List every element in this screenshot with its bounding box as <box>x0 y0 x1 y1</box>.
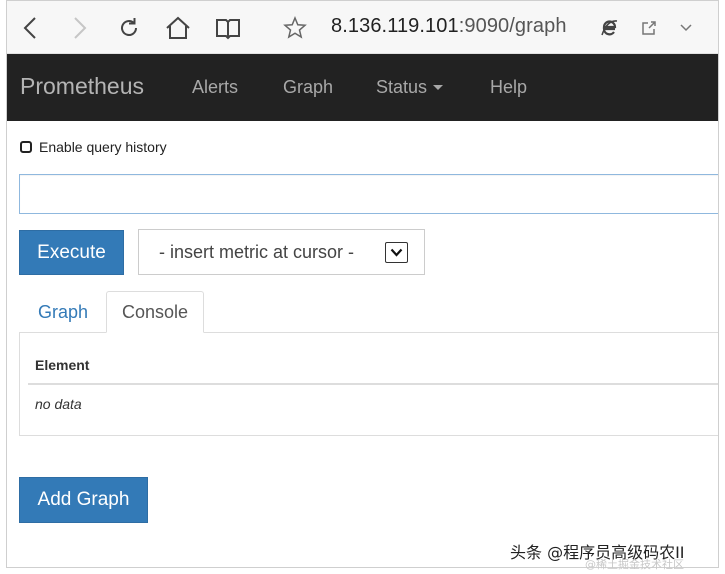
home-icon[interactable] <box>163 11 193 45</box>
brand-logo-text[interactable]: Prometheus <box>20 73 144 100</box>
reload-icon[interactable] <box>115 11 143 45</box>
url-path: :9090/graph <box>458 15 567 37</box>
query-history-label: Enable query history <box>39 139 167 155</box>
url-host: 8.136.119.101 <box>331 15 459 37</box>
back-icon[interactable] <box>17 11 43 45</box>
query-history-checkbox[interactable] <box>20 141 32 153</box>
table-header-element: Element <box>35 357 90 373</box>
forward-icon[interactable] <box>67 11 93 45</box>
insert-metric-select[interactable]: - insert metric at cursor - <box>138 229 425 275</box>
ie-icon[interactable] <box>597 11 621 45</box>
nav-item-graph[interactable]: Graph <box>283 77 333 98</box>
favorite-star-icon[interactable] <box>281 11 309 45</box>
table-header-divider <box>28 383 718 385</box>
table-empty-text: no data <box>35 396 82 412</box>
insert-metric-select-value: - insert metric at cursor - <box>159 241 355 262</box>
dropdown-arrow-icon[interactable] <box>385 242 408 263</box>
address-bar-url[interactable]: 8.136.119.101:9090/graph <box>331 15 567 38</box>
nav-item-status[interactable]: Status <box>376 77 444 98</box>
chevron-down-icon[interactable] <box>675 11 697 45</box>
add-graph-button[interactable]: Add Graph <box>19 477 148 523</box>
nav-item-alerts[interactable]: Alerts <box>192 77 238 98</box>
tab-graph[interactable]: Graph <box>21 291 105 333</box>
expression-input[interactable] <box>19 174 718 214</box>
execute-button[interactable]: Execute <box>19 230 124 275</box>
share-icon[interactable] <box>637 11 661 45</box>
query-history-toggle[interactable]: Enable query history <box>20 139 167 155</box>
nav-item-status-label: Status <box>376 77 428 97</box>
browser-window: 8.136.119.101:9090/graph Prometheus Aler… <box>6 0 719 568</box>
nav-item-help[interactable]: Help <box>490 77 527 98</box>
console-panel: Element no data <box>19 333 718 436</box>
navbar: Prometheus Alerts Graph Status Help <box>7 54 718 121</box>
tab-console[interactable]: Console <box>106 291 204 333</box>
browser-toolbar: 8.136.119.101:9090/graph <box>7 1 718 54</box>
caret-down-icon <box>433 84 444 90</box>
watermark-subtext: @稀土掘金技术社区 <box>585 558 684 571</box>
reading-view-icon[interactable] <box>213 11 243 45</box>
